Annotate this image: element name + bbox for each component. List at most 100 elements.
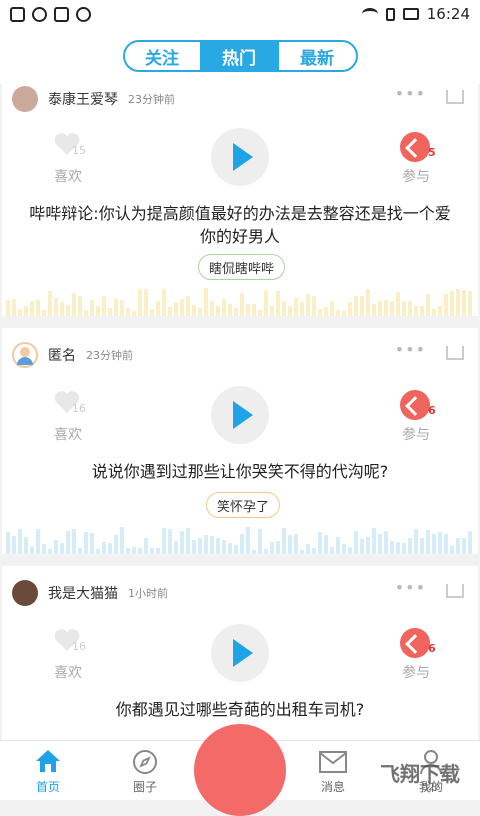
waveform-bar xyxy=(210,536,214,554)
waveform-bar xyxy=(180,531,184,554)
post-title[interactable]: 说说你遇到过那些让你哭笑不得的代沟呢? xyxy=(22,460,458,483)
waveform-bar xyxy=(456,538,460,554)
waveform-bar xyxy=(72,529,76,554)
waveform-bar xyxy=(366,289,370,316)
post-card[interactable]: 匿名 23分钟前 ••• 16 喜欢 6 参与 说说你遇到过那些让你哭笑不得的代… xyxy=(2,328,478,554)
waveform-bar xyxy=(18,529,22,554)
more-options-icon[interactable]: ••• xyxy=(395,84,426,103)
avatar[interactable] xyxy=(12,342,38,368)
card-divider xyxy=(0,554,480,566)
post-card[interactable]: 泰康王爱琴 23分钟前 ••• 15 喜欢 5 参与 哔哔辩论:你认为提高颜值最… xyxy=(2,84,478,316)
reply-icon[interactable] xyxy=(400,132,430,162)
nav-circle[interactable]: 圈子 xyxy=(110,741,180,801)
nav-messages[interactable]: 消息 xyxy=(298,741,368,801)
waveform-bar xyxy=(300,302,304,316)
waveform-bar xyxy=(72,293,76,316)
waveform-bar xyxy=(150,309,154,316)
post-time: 23分钟前 xyxy=(86,349,133,362)
waveform-bar xyxy=(24,537,28,554)
waveform-bar xyxy=(330,547,334,554)
waveform-bar xyxy=(192,540,196,554)
waveform-bar xyxy=(282,301,286,316)
waveform-bar xyxy=(78,296,82,316)
waveform-bar xyxy=(426,294,430,316)
waveform-bar xyxy=(204,535,208,554)
watermark-text: 飞翔下载 xyxy=(380,762,460,786)
post-username[interactable]: 泰康王爱琴 xyxy=(48,89,118,109)
waveform-bar xyxy=(444,534,448,554)
waveform-bar xyxy=(12,299,16,316)
share-icon[interactable] xyxy=(446,584,464,598)
waveform-bar xyxy=(174,302,178,316)
join-label[interactable]: 参与 xyxy=(402,166,430,186)
more-options-icon[interactable]: ••• xyxy=(395,578,426,597)
waveform-bar xyxy=(162,289,166,316)
avatar[interactable] xyxy=(12,580,38,606)
post-time: 23分钟前 xyxy=(128,93,175,106)
play-button[interactable] xyxy=(211,624,269,682)
waveform-bar xyxy=(228,304,232,316)
waveform-bar xyxy=(306,294,310,316)
waveform-bar xyxy=(468,531,472,554)
waveform-bar xyxy=(30,301,34,316)
share-icon[interactable] xyxy=(446,346,464,360)
post-card[interactable]: 我是大猫猫 1小时前 ••• 16 喜欢 6 参与 你都遇见过哪些奇葩的出租车司… xyxy=(2,566,478,740)
waveform-bar xyxy=(366,537,370,554)
waveform-bar xyxy=(186,528,190,554)
waveform-bar xyxy=(126,308,130,316)
topic-tag[interactable]: 瞎侃瞎哔哔 xyxy=(198,254,286,280)
waveform-bar xyxy=(102,542,106,554)
waveform-bar xyxy=(90,300,94,316)
tab-latest[interactable]: 最新 xyxy=(279,42,356,70)
waveform-bar xyxy=(216,306,220,316)
waveform-bar xyxy=(444,294,448,316)
waveform-bar xyxy=(66,305,70,316)
avatar[interactable] xyxy=(12,86,38,112)
reply-icon[interactable] xyxy=(400,390,430,420)
like-button[interactable]: 15 xyxy=(50,132,86,160)
waveform-bar xyxy=(288,306,292,316)
post-title[interactable]: 你都遇见过哪些奇葩的出租车司机? xyxy=(22,698,458,721)
like-label: 喜欢 xyxy=(54,169,82,185)
reply-icon[interactable] xyxy=(400,628,430,658)
waveform-bar xyxy=(240,293,244,316)
like-label: 喜欢 xyxy=(54,427,82,443)
waveform-bar xyxy=(354,296,358,316)
waveform-bar xyxy=(390,541,394,554)
topic-tag[interactable]: 笑怀孕了 xyxy=(206,492,281,518)
more-notifications-icon xyxy=(76,6,91,22)
waveform-bar xyxy=(192,305,196,316)
waveform-bar xyxy=(96,306,100,316)
more-options-icon[interactable]: ••• xyxy=(395,340,426,359)
post-username[interactable]: 我是大猫猫 xyxy=(48,583,118,603)
wifi-icon xyxy=(361,8,378,20)
like-button[interactable]: 16 xyxy=(50,628,86,656)
tab-following[interactable]: 关注 xyxy=(125,42,202,70)
like-label: 喜欢 xyxy=(54,665,82,681)
post-title[interactable]: 哔哔辩论:你认为提高颜值最好的办法是去整容还是找一个爱你的好男人 xyxy=(22,202,458,248)
like-count: 15 xyxy=(72,144,86,157)
waveform-bar xyxy=(438,306,442,316)
like-button[interactable]: 16 xyxy=(50,390,86,418)
tab-hot[interactable]: 热门 xyxy=(201,42,279,70)
post-username[interactable]: 匿名 xyxy=(48,345,76,365)
like-count: 16 xyxy=(72,402,86,415)
waveform-bar xyxy=(24,306,28,316)
waveform-bar xyxy=(360,296,364,316)
card-divider xyxy=(0,316,480,328)
share-icon[interactable] xyxy=(446,90,464,104)
join-label[interactable]: 参与 xyxy=(402,424,430,444)
join-label[interactable]: 参与 xyxy=(402,662,430,682)
post-feed[interactable]: 泰康王爱琴 23分钟前 ••• 15 喜欢 5 参与 哔哔辩论:你认为提高颜值最… xyxy=(0,84,480,740)
waveform-bar xyxy=(276,541,280,554)
play-button[interactable] xyxy=(211,386,269,444)
waveform-bar xyxy=(408,301,412,316)
record-button[interactable] xyxy=(194,724,286,816)
audio-waveform xyxy=(2,524,478,554)
waveform-bar xyxy=(222,540,226,554)
play-button[interactable] xyxy=(211,128,269,186)
waveform-bar xyxy=(42,544,46,554)
waveform-bar xyxy=(408,538,412,554)
image-icon xyxy=(54,6,69,22)
nav-home[interactable]: 首页 xyxy=(13,741,83,801)
